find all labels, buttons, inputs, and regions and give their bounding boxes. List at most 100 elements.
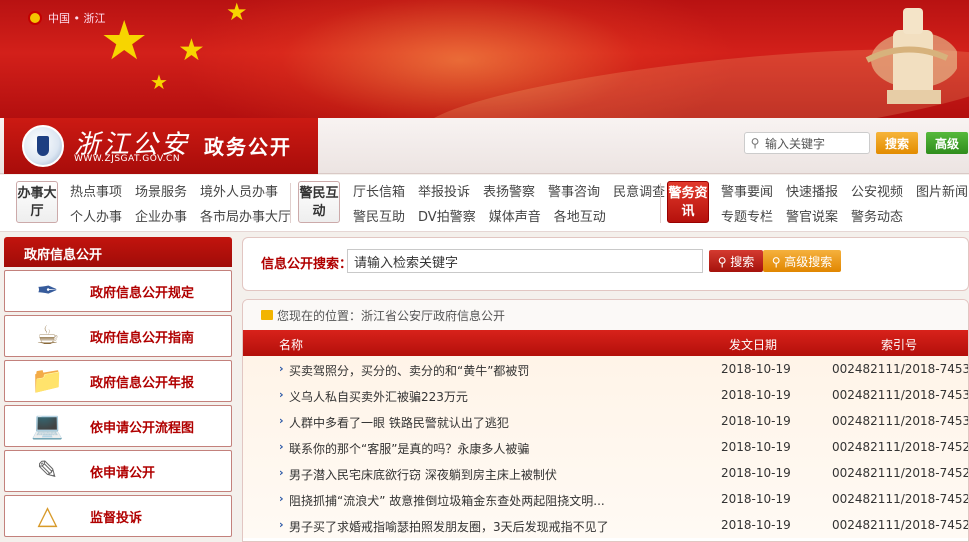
location-label: 中国 • 浙江 <box>28 10 105 26</box>
header-search-button[interactable]: 搜索 <box>876 132 919 154</box>
nav-link[interactable]: 图片新闻 <box>916 181 968 200</box>
chevron-right-icon: › <box>279 362 284 375</box>
row-title-link[interactable]: 阻挠抓捕“流浪犬” 故意推倒垃圾箱金东查处两起阻挠文明... <box>289 492 605 509</box>
nav-group-interaction-links: 厅长信箱 举报投诉 表扬警察 警事咨询 民意调查 警民互助 DV拍警察 媒体声音… <box>353 181 665 225</box>
row-title-link[interactable]: 人群中多看了一眼 铁路民警就认出了逃犯 <box>289 414 509 431</box>
nav-group-news-links: 警事要闻 快速播报 公安视频 图片新闻 专题专栏 警官说案 警务动态 <box>721 181 968 225</box>
sidebar-item-flowchart[interactable]: 💻 依申请公开流程图 <box>4 405 232 447</box>
row-title-link[interactable]: 义乌人私自买卖外汇被骗223万元 <box>289 388 468 405</box>
nav-divider <box>290 183 291 223</box>
nav-link[interactable]: 警事咨询 <box>548 181 600 200</box>
column-header-date: 发文日期 <box>729 338 778 352</box>
nav-link[interactable]: 公安视频 <box>851 181 903 200</box>
sidebar-item-label: 监督投诉 <box>90 510 143 526</box>
brand-block[interactable]: 浙江公安 WWW.ZJSGAT.GOV.CN 政务公开 <box>4 118 318 174</box>
nav-link[interactable]: DV拍警察 <box>418 206 476 225</box>
table-body: › 买卖驾照分，买分的、卖分的和“黄牛”都被罚 2018-10-19 00248… <box>243 356 968 538</box>
nav-link[interactable]: 各市局办事大厅 <box>200 206 291 225</box>
chevron-right-icon: › <box>279 492 284 505</box>
sidebar-item-guide[interactable]: ☕ 政府信息公开指南 <box>4 315 232 357</box>
nav-link[interactable]: 警官说案 <box>786 206 838 225</box>
sidebar-item-label: 依申请公开 <box>90 465 156 481</box>
info-search-input[interactable] <box>347 249 703 273</box>
table-row[interactable]: › 男子潜入民宅床底欲行窃 深夜躺到房主床上被制伏 2018-10-19 002… <box>243 460 968 486</box>
nav-link[interactable]: 场景服务 <box>135 181 187 200</box>
nav-link[interactable]: 热点事项 <box>70 181 122 200</box>
row-date: 2018-10-19 <box>721 440 791 454</box>
envelope-icon <box>261 310 273 320</box>
sidebar-item-annual-report[interactable]: 📁 政府信息公开年报 <box>4 360 232 402</box>
sidebar: 政府信息公开 ✒ 政府信息公开规定 ☕ 政府信息公开指南 📁 政府信息公开年报 … <box>4 237 232 542</box>
header-search-box: ⚲ <box>744 132 870 154</box>
info-list-panel: 您现在的位置：浙江省公安厅政府信息公开 名称 发文日期 索引号 › 买卖驾照分，… <box>242 299 969 542</box>
nav-link[interactable]: 警民互助 <box>353 206 405 225</box>
nav-link[interactable]: 警务动态 <box>851 206 903 225</box>
nav-link[interactable]: 专题专栏 <box>721 206 773 225</box>
row-index: 002482111/2018-74526 <box>832 518 969 532</box>
nav-link[interactable]: 各地互动 <box>554 206 606 225</box>
table-header: 名称 发文日期 索引号 <box>243 330 968 356</box>
header-advanced-button[interactable]: 高级 <box>926 132 969 154</box>
row-title-link[interactable]: 买卖驾照分，买分的、卖分的和“黄牛”都被罚 <box>289 362 529 379</box>
row-title-link[interactable]: 联系你的那个“客服”是真的吗？永康多人被骗 <box>289 440 529 457</box>
nav-link[interactable]: 境外人员办事 <box>200 181 278 200</box>
pen-inkwell-icon: ✒ <box>36 276 59 306</box>
nav-link[interactable]: 快速播报 <box>786 181 838 200</box>
chevron-right-icon: › <box>279 466 284 479</box>
table-row[interactable]: › 人群中多看了一眼 铁路民警就认出了逃犯 2018-10-19 0024821… <box>243 408 968 434</box>
info-search-label: 信息公开搜索： <box>261 257 353 272</box>
nav-group-service-hall[interactable]: 办事大厅 <box>16 181 58 223</box>
sidebar-item-label: 政府信息公开规定 <box>90 285 195 301</box>
row-title-link[interactable]: 男子买了求婚戒指喻瑟拍照发朋友圈，3天后发现戒指不见了 <box>289 518 609 535</box>
row-date: 2018-10-19 <box>721 362 791 376</box>
chevron-right-icon: › <box>279 414 284 427</box>
table-row[interactable]: › 男子买了求婚戒指喻瑟拍照发朋友圈，3天后发现戒指不见了 2018-10-19… <box>243 512 968 538</box>
header-search-input[interactable] <box>765 136 865 150</box>
info-search-button[interactable]: ⚲ 搜索 <box>709 250 763 272</box>
nav-group-news[interactable]: 警务资讯 <box>667 181 709 223</box>
police-badge-icon <box>22 125 64 167</box>
sidebar-item-apply[interactable]: ✎ 依申请公开 <box>4 450 232 492</box>
row-index: 002482111/2018-74532 <box>832 362 969 376</box>
nav-link[interactable]: 举报投诉 <box>418 181 470 200</box>
row-index: 002482111/2018-74530 <box>832 414 969 428</box>
flag-star-icon: ★ <box>178 33 205 68</box>
table-row[interactable]: › 阻挠抓捕“流浪犬” 故意推倒垃圾箱金东查处两起阻挠文明... 2018-10… <box>243 486 968 512</box>
row-date: 2018-10-19 <box>721 388 791 402</box>
location-text: 中国 • 浙江 <box>48 12 106 25</box>
row-index: 002482111/2018-74529 <box>832 440 969 454</box>
info-advanced-search-button[interactable]: ⚲ 高级搜索 <box>763 250 841 272</box>
nav-link[interactable]: 民意调查 <box>613 181 665 200</box>
nav-link[interactable]: 表扬警察 <box>483 181 535 200</box>
column-header-index: 索引号 <box>881 338 918 352</box>
table-row[interactable]: › 买卖驾照分，买分的、卖分的和“黄牛”都被罚 2018-10-19 00248… <box>243 356 968 382</box>
nav-link[interactable]: 媒体声音 <box>489 206 541 225</box>
row-title-link[interactable]: 男子潜入民宅床底欲行窃 深夜躺到房主床上被制伏 <box>289 466 557 483</box>
nav-link[interactable]: 警事要闻 <box>721 181 773 200</box>
flag-star-icon: ★ <box>100 9 149 72</box>
row-index: 002482111/2018-74531 <box>832 388 969 402</box>
flag-star-icon: ★ <box>226 0 248 26</box>
section-title: 政务公开 <box>204 135 292 159</box>
laptop-icon: 💻 <box>31 411 64 441</box>
pen-holder-icon: ✎ <box>36 456 59 486</box>
nav-link[interactable]: 个人办事 <box>70 206 122 225</box>
breadcrumb: 您现在的位置：浙江省公安厅政府信息公开 <box>243 300 968 330</box>
table-row[interactable]: › 义乌人私自买卖外汇被骗223万元 2018-10-19 002482111/… <box>243 382 968 408</box>
top-banner: ★ ★ ★ ★ 中国 • 浙江 <box>0 0 969 118</box>
nav-group-interaction[interactable]: 警民互动 <box>298 181 340 223</box>
site-header: 浙江公安 WWW.ZJSGAT.GOV.CN 政务公开 ⚲ 搜索 高级 <box>0 118 969 174</box>
row-date: 2018-10-19 <box>721 518 791 532</box>
nav-link[interactable]: 厅长信箱 <box>353 181 405 200</box>
info-advanced-search-label: 高级搜索 <box>784 254 833 269</box>
nav-link[interactable]: 企业办事 <box>135 206 187 225</box>
table-row[interactable]: › 联系你的那个“客服”是真的吗？永康多人被骗 2018-10-19 00248… <box>243 434 968 460</box>
breadcrumb-text: 您现在的位置：浙江省公安厅政府信息公开 <box>277 308 506 323</box>
coffee-cup-icon: ☕ <box>35 321 60 351</box>
huabiao-pillar-icon <box>865 8 957 104</box>
sidebar-item-regulations[interactable]: ✒ 政府信息公开规定 <box>4 270 232 312</box>
row-date: 2018-10-19 <box>721 492 791 506</box>
search-icon: ⚲ <box>750 136 760 150</box>
sidebar-item-complaint[interactable]: △ 监督投诉 <box>4 495 232 537</box>
row-date: 2018-10-19 <box>721 466 791 480</box>
